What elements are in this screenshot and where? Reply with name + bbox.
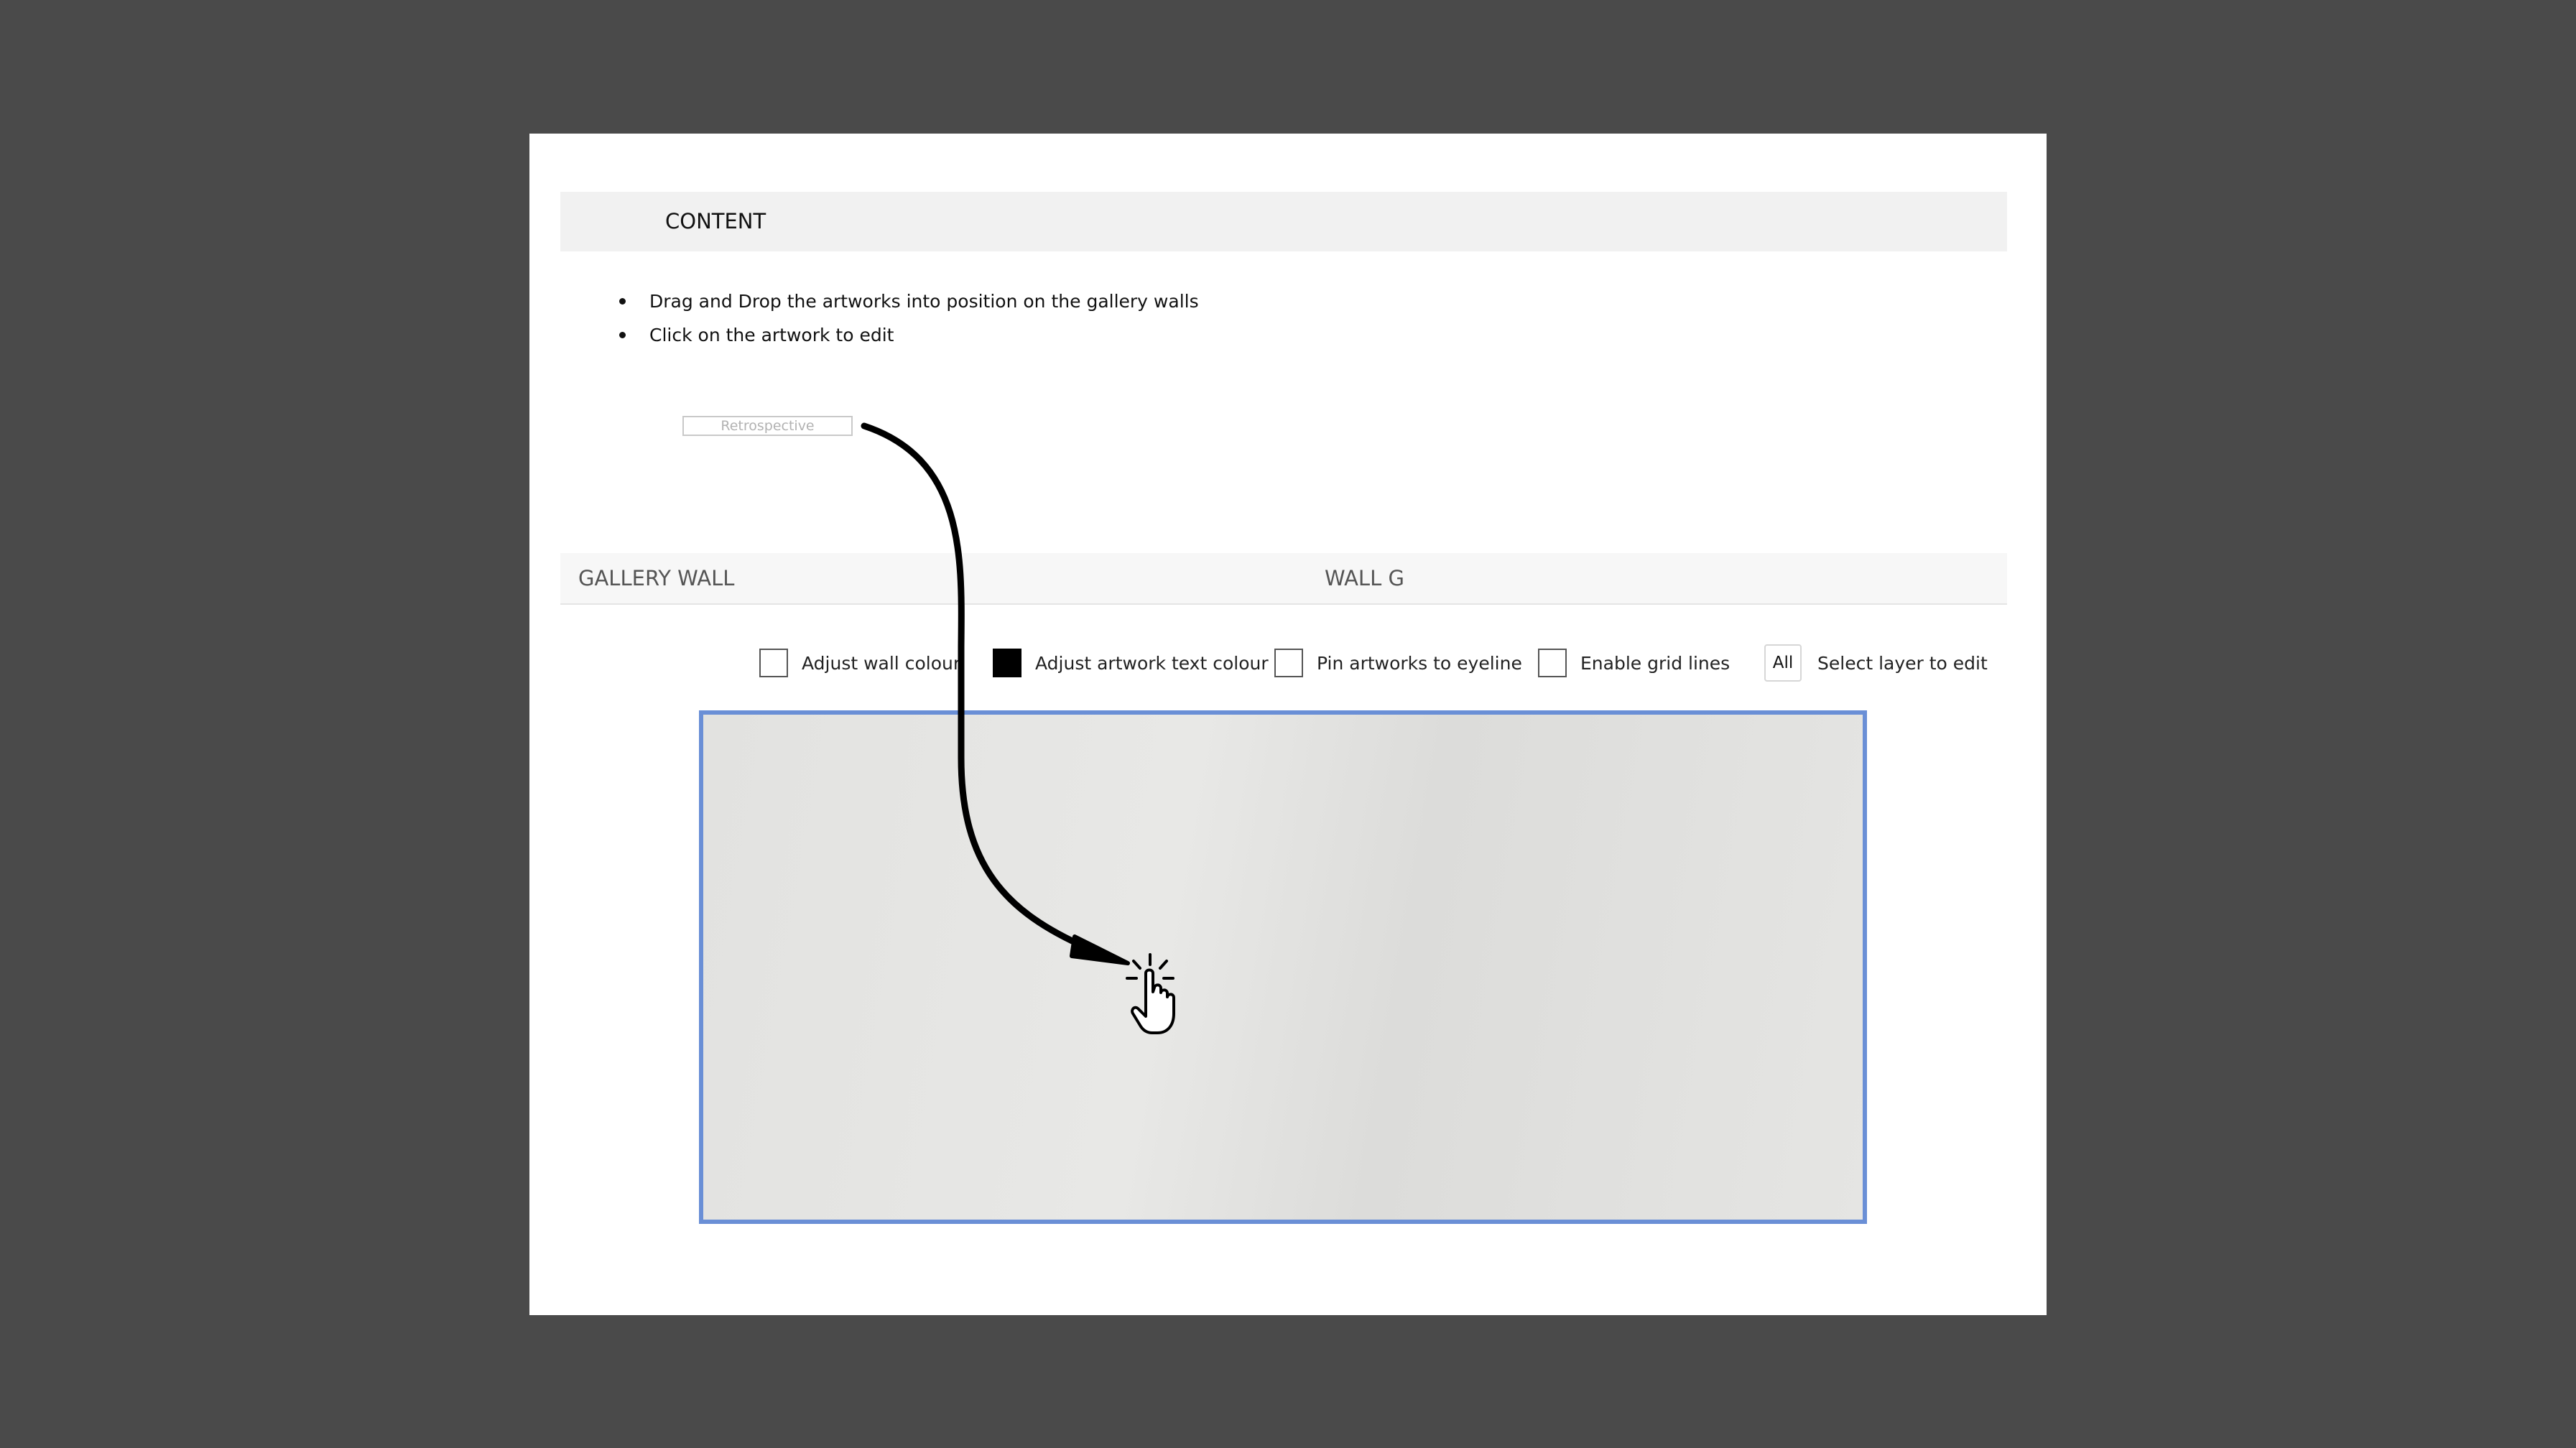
enable-grid-lines-toggle[interactable]: Enable grid lines xyxy=(1538,641,1730,684)
grid-lines-label: Enable grid lines xyxy=(1580,652,1731,674)
content-section-header: CONTENT xyxy=(560,192,2007,251)
editor-panel: CONTENT Drag and Drop the artworks into … xyxy=(529,134,2047,1315)
text-colour-label: Adjust artwork text colour xyxy=(1035,652,1269,674)
artwork-draggable-retrospective[interactable]: Retrospective xyxy=(682,416,853,436)
layer-selector[interactable]: All Select layer to edit xyxy=(1764,641,1988,684)
wall-name: WALL G xyxy=(1325,566,1404,590)
layer-select-label: Select layer to edit xyxy=(1817,652,1988,674)
instruction-item: Click on the artwork to edit xyxy=(619,318,1199,352)
screen: CONTENT Drag and Drop the artworks into … xyxy=(0,0,2576,1448)
wall-colour-checkbox[interactable] xyxy=(759,649,788,677)
grid-lines-checkbox[interactable] xyxy=(1538,649,1567,677)
adjust-wall-colour-toggle[interactable]: Adjust wall colour xyxy=(759,641,960,684)
eyeline-label: Pin artworks to eyeline xyxy=(1317,652,1522,674)
content-title: CONTENT xyxy=(665,209,766,233)
gallery-wall-header: GALLERY WALL WALL G xyxy=(560,553,2007,605)
instructions-list: Drag and Drop the artworks into position… xyxy=(619,284,1199,352)
eyeline-checkbox[interactable] xyxy=(1274,649,1303,677)
text-colour-swatch[interactable] xyxy=(993,649,1021,677)
instruction-item: Drag and Drop the artworks into position… xyxy=(619,284,1199,318)
pin-to-eyeline-toggle[interactable]: Pin artworks to eyeline xyxy=(1274,641,1522,684)
wall-colour-label: Adjust wall colour xyxy=(802,652,961,674)
gallery-wall-canvas[interactable] xyxy=(699,710,1867,1224)
wall-toolbar: Adjust wall colour Adjust artwork text c… xyxy=(529,641,2047,684)
adjust-artwork-text-colour-toggle[interactable]: Adjust artwork text colour xyxy=(993,641,1269,684)
gallery-wall-title: GALLERY WALL xyxy=(578,566,735,590)
layer-select-button[interactable]: All xyxy=(1764,644,1802,682)
